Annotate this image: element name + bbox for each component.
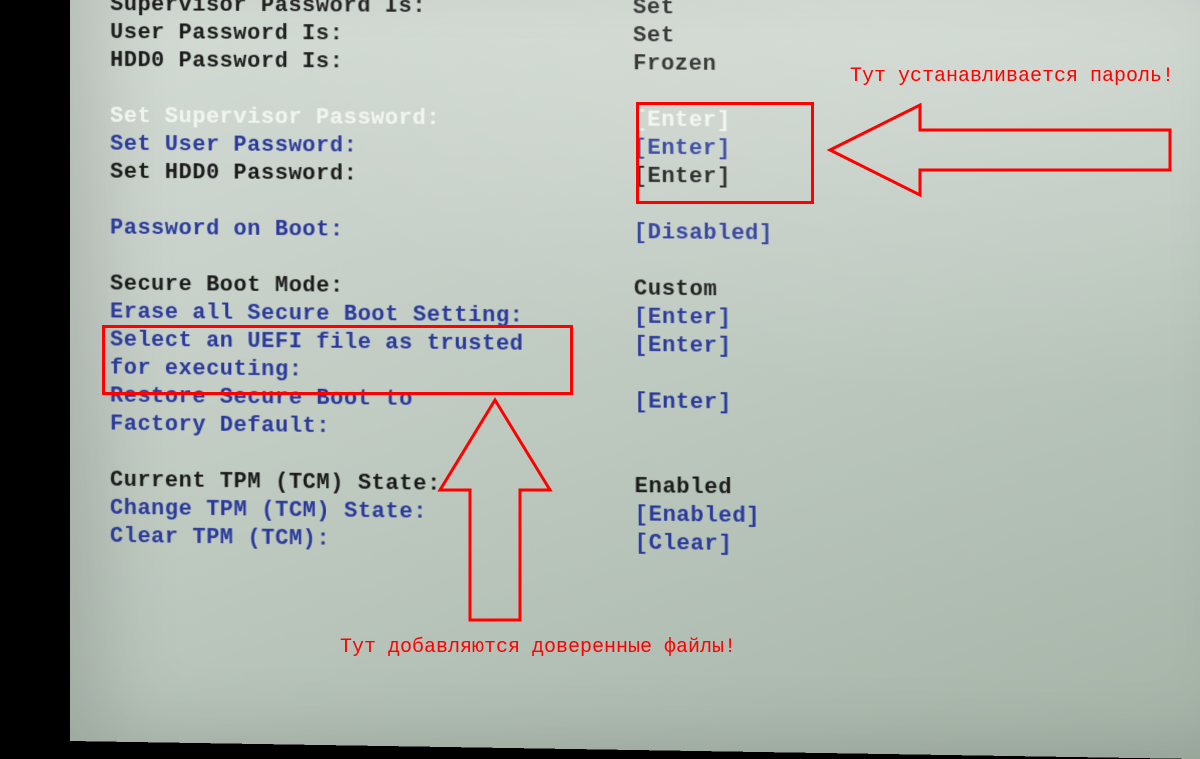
- bios-row-label: Set Supervisor Password:: [70, 102, 633, 134]
- bios-row-value: [634, 416, 940, 448]
- bios-row-value: [Enter]: [634, 332, 940, 363]
- bios-row-value: [Enter]: [634, 304, 940, 335]
- arrow-up-icon: [430, 395, 560, 625]
- bios-row-value: [634, 360, 940, 392]
- arrow-left-icon: [820, 90, 1180, 230]
- bios-row-value: [Clear]: [635, 529, 941, 561]
- bios-row-value: Enabled: [634, 473, 940, 505]
- bios-row-label: Set User Password:: [70, 130, 633, 162]
- annotation-box-uefi: [102, 325, 573, 395]
- bios-row-label: Set HDD0 Password:: [70, 158, 633, 191]
- bios-row-value: Set: [633, 0, 938, 24]
- bios-row-value: [Enter]: [634, 388, 940, 420]
- annotation-box-passwords: [636, 102, 814, 204]
- bios-row-label: Password on Boot:: [70, 214, 634, 247]
- annotation-text-top: Тут устанавливается пароль!: [850, 65, 1174, 88]
- bios-row-label: HDD0 Password Is:: [70, 47, 633, 79]
- bios-row-value: Set: [633, 22, 938, 52]
- bios-row-label: User Password Is:: [70, 19, 633, 50]
- bios-row-value: [Enabled]: [635, 501, 941, 533]
- bios-row-value: Custom: [634, 275, 940, 306]
- annotation-text-bottom: Тут добавляются доверенные файлы!: [340, 636, 736, 659]
